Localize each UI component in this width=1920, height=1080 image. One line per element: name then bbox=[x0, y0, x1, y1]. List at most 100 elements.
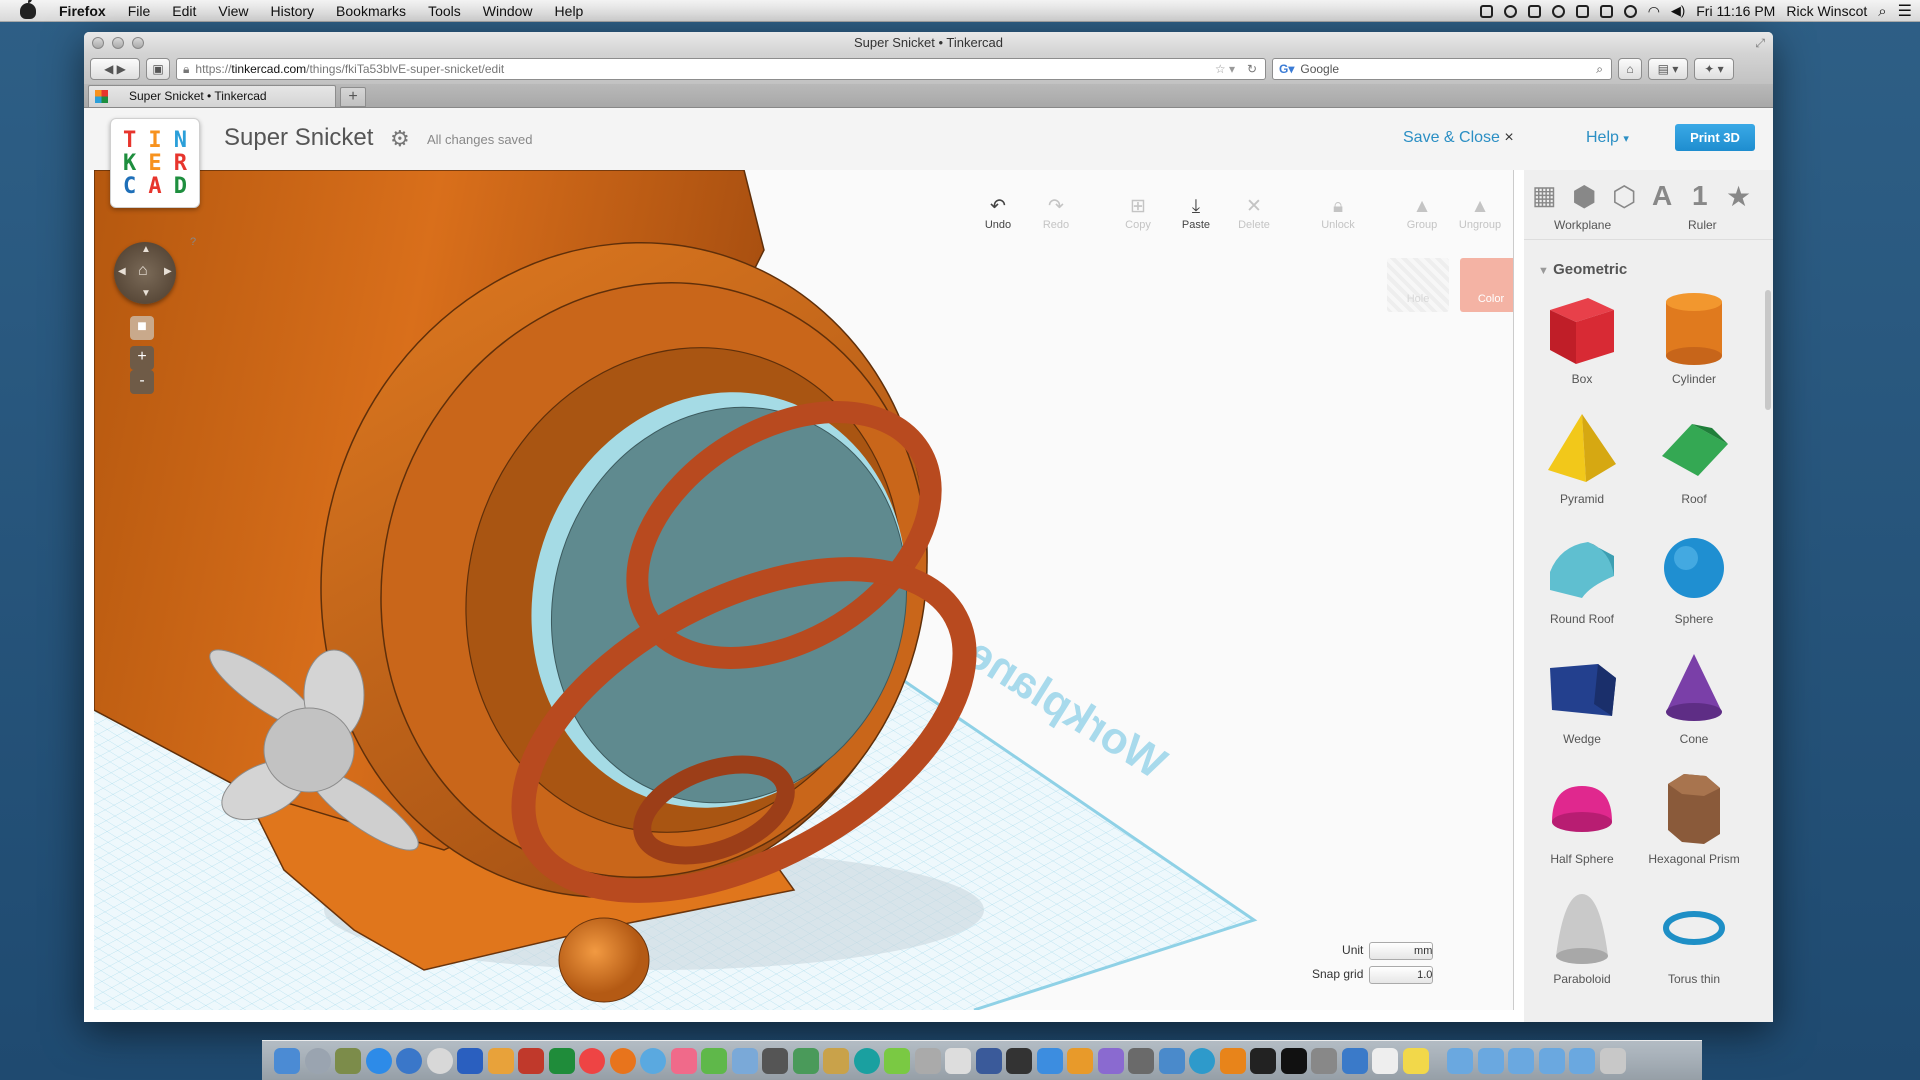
google-icon[interactable]: G▾ bbox=[1279, 62, 1294, 76]
menu-edit[interactable]: Edit bbox=[161, 3, 207, 19]
package-icon[interactable] bbox=[1067, 1047, 1093, 1074]
new-tab-button[interactable]: + bbox=[340, 87, 366, 107]
console-icon[interactable] bbox=[1280, 1047, 1307, 1074]
menu-window[interactable]: Window bbox=[472, 3, 544, 19]
browser-icon[interactable] bbox=[426, 1047, 453, 1074]
cube-app-icon[interactable] bbox=[1158, 1047, 1185, 1074]
cube-tab-icon[interactable]: ⬢ bbox=[1572, 180, 1596, 213]
stickies-icon[interactable] bbox=[1402, 1047, 1429, 1074]
menu-history[interactable]: History bbox=[259, 3, 325, 19]
orbit-right-icon[interactable]: ▶ bbox=[164, 266, 172, 277]
menu-file[interactable]: File bbox=[117, 3, 162, 19]
menu-help[interactable]: Help bbox=[544, 3, 595, 19]
bookmarks-menu-icon[interactable]: ▤ ▾ bbox=[1648, 58, 1688, 80]
menu-view[interactable]: View bbox=[207, 3, 259, 19]
copy-button[interactable]: ⊞ Copy bbox=[1109, 195, 1167, 231]
close-window-icon[interactable] bbox=[92, 37, 104, 49]
folder-apps-icon[interactable] bbox=[1538, 1047, 1565, 1074]
redo-button[interactable]: ↷ Redo bbox=[1027, 195, 1085, 231]
unit-select[interactable]: mm bbox=[1369, 942, 1434, 960]
orbit-down-icon[interactable]: ▼ bbox=[141, 288, 151, 299]
menu-tools[interactable]: Tools bbox=[417, 3, 472, 19]
home-view-icon[interactable]: ⌂ bbox=[138, 262, 148, 280]
unlock-button[interactable]: 🔒︎ Unlock bbox=[1309, 195, 1367, 231]
text-tab-icon[interactable]: A bbox=[1652, 180, 1672, 212]
textedit-icon[interactable] bbox=[1372, 1047, 1398, 1074]
heart-app-icon[interactable] bbox=[670, 1047, 697, 1074]
ruler-tab-label[interactable]: Ruler bbox=[1688, 218, 1717, 232]
delete-button[interactable]: ✕ Delete bbox=[1225, 195, 1283, 231]
extras-icon[interactable] bbox=[1575, 4, 1589, 18]
shape-hexagonal-prism[interactable]: Hexagonal Prism bbox=[1639, 764, 1749, 866]
minimize-window-icon[interactable] bbox=[112, 37, 124, 49]
gear-icon[interactable]: ⚙ bbox=[390, 126, 410, 152]
fit-view-button[interactable]: ■ bbox=[130, 316, 154, 340]
shape-paraboloid[interactable]: Paraboloid bbox=[1527, 884, 1637, 986]
view-navigation-control[interactable]: ⌂ ▲ ▼ ◀ ▶ bbox=[114, 242, 176, 304]
bookmark-star-icon[interactable]: ☆ ▾ bbox=[1215, 62, 1235, 76]
leaf-icon[interactable] bbox=[884, 1047, 910, 1074]
bluetooth-icon[interactable] bbox=[1623, 4, 1637, 18]
apple-icon[interactable] bbox=[20, 0, 36, 19]
display-icon[interactable] bbox=[1479, 4, 1493, 18]
snap-grid-select[interactable]: 1.0 bbox=[1369, 966, 1434, 984]
search-icon[interactable]: ⌕ bbox=[1596, 62, 1603, 77]
reload-icon[interactable]: ↻ bbox=[1247, 62, 1257, 76]
shape-cylinder[interactable]: Cylinder bbox=[1639, 284, 1749, 386]
orbit-up-icon[interactable]: ▲ bbox=[141, 244, 151, 255]
utility-icon[interactable] bbox=[914, 1047, 941, 1074]
shape-wedge[interactable]: Wedge bbox=[1527, 644, 1637, 746]
android-icon[interactable] bbox=[701, 1047, 727, 1074]
shape-cone[interactable]: Cone bbox=[1639, 644, 1749, 746]
photo-icon[interactable] bbox=[335, 1047, 361, 1074]
launchpad-icon[interactable] bbox=[304, 1047, 331, 1074]
system-prefs-icon[interactable] bbox=[1311, 1047, 1337, 1074]
menu-app-firefox[interactable]: Firefox bbox=[48, 3, 117, 19]
zoom-out-button[interactable]: - bbox=[130, 370, 154, 394]
folder-downloads-icon[interactable] bbox=[1508, 1047, 1534, 1074]
sync-icon[interactable] bbox=[1527, 4, 1541, 18]
word-icon[interactable] bbox=[457, 1047, 483, 1074]
notification-center-icon[interactable]: ☰ bbox=[1898, 1, 1912, 21]
bbedit-icon[interactable] bbox=[975, 1047, 1002, 1074]
folder-documents-icon[interactable] bbox=[1477, 1047, 1504, 1074]
menubar-clock[interactable]: Fri 11:16 PM bbox=[1696, 3, 1775, 19]
workplane-tab-icon[interactable]: ▦ bbox=[1532, 180, 1557, 211]
number-tab-icon[interactable]: 1 bbox=[1692, 180, 1708, 212]
xcode-icon[interactable] bbox=[1341, 1047, 1368, 1074]
preview-icon[interactable] bbox=[1097, 1047, 1124, 1074]
fullscreen-icon[interactable]: ⤢ bbox=[1755, 32, 1765, 54]
firefox-icon[interactable] bbox=[609, 1047, 636, 1074]
spotlight-icon[interactable]: ⌕ bbox=[1878, 3, 1886, 20]
sublime-icon[interactable] bbox=[1219, 1047, 1246, 1074]
chrome-icon[interactable] bbox=[579, 1047, 605, 1074]
arduino-icon[interactable] bbox=[853, 1047, 880, 1074]
site-identity-icon[interactable]: ▣ bbox=[146, 58, 170, 80]
color-swatch[interactable]: Color bbox=[1460, 258, 1513, 312]
notes-icon[interactable] bbox=[487, 1047, 514, 1074]
tinkercad-logo[interactable]: TIN KER CAD bbox=[110, 118, 200, 208]
workplane-tab-label[interactable]: Workplane bbox=[1554, 218, 1611, 232]
editor-icon[interactable] bbox=[762, 1047, 788, 1074]
excel-icon[interactable] bbox=[548, 1047, 575, 1074]
print-3d-button[interactable]: Print 3D bbox=[1675, 124, 1755, 151]
itunes-icon[interactable] bbox=[396, 1047, 422, 1074]
menubar-user[interactable]: Rick Winscot bbox=[1786, 3, 1867, 19]
zoom-in-button[interactable]: + bbox=[130, 346, 154, 370]
shape-round-roof[interactable]: Round Roof bbox=[1527, 524, 1637, 626]
sidebar-scrollbar[interactable] bbox=[1765, 290, 1771, 410]
mail-icon[interactable] bbox=[731, 1047, 758, 1074]
shape-pyramid[interactable]: Pyramid bbox=[1527, 404, 1637, 506]
globe-icon[interactable] bbox=[1189, 1047, 1215, 1074]
wireframe-tab-icon[interactable]: ⬡ bbox=[1612, 180, 1636, 213]
folder-misc-icon[interactable] bbox=[1569, 1047, 1595, 1074]
3d-scene[interactable]: Workplane bbox=[94, 170, 1514, 1010]
robot-icon[interactable] bbox=[945, 1047, 971, 1074]
geometric-section-header[interactable]: ▼ Geometric bbox=[1538, 261, 1627, 278]
shape-torus-thin[interactable]: Torus thin bbox=[1639, 884, 1749, 986]
propeller-hub[interactable] bbox=[263, 707, 355, 793]
paste-button[interactable]: ⤓ Paste bbox=[1167, 195, 1225, 231]
orbit-left-icon[interactable]: ◀ bbox=[118, 266, 126, 277]
shape-sphere[interactable]: Sphere bbox=[1639, 524, 1749, 626]
volume-icon[interactable]: ◀) bbox=[1671, 3, 1685, 19]
